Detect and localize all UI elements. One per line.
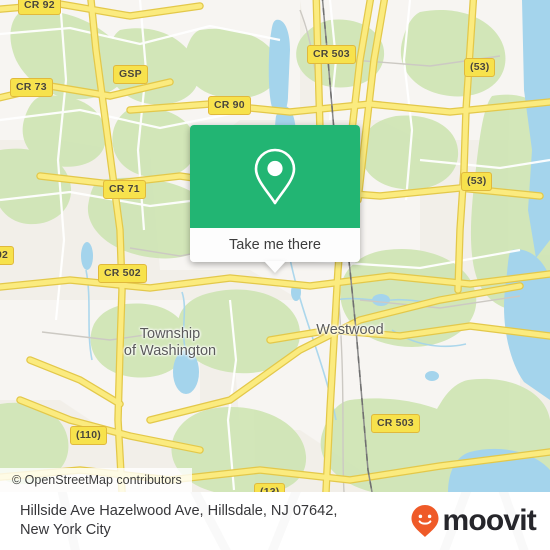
address-line-2: New York City (20, 522, 111, 538)
popup-pointer-tail (264, 261, 286, 273)
address-line-1: Hillside Ave Hazelwood Ave, Hillsdale, N… (20, 503, 338, 519)
road-shield-cr-73[interactable]: CR 73 (10, 78, 53, 97)
osm-attribution-text: © OpenStreetMap contributors (12, 473, 182, 487)
moovit-wordmark: moovit (442, 504, 536, 537)
road-shield-53-south[interactable]: (53) (461, 172, 493, 191)
map-canvas[interactable]: Township of Washington Westwood CR 92 CR… (0, 0, 550, 492)
road-shield-02-clipped[interactable]: 02 (0, 246, 15, 265)
osm-attribution[interactable]: © OpenStreetMap contributors (0, 468, 192, 492)
road-shield-gsp[interactable]: GSP (113, 65, 148, 84)
moovit-map-share-card: Township of Washington Westwood CR 92 CR… (0, 0, 550, 550)
road-shield-cr-503-north[interactable]: CR 503 (307, 45, 356, 64)
road-shield-cr-71[interactable]: CR 71 (103, 180, 146, 199)
road-shield-cr-502[interactable]: CR 502 (98, 264, 147, 283)
road-shield-cr-92[interactable]: CR 92 (18, 0, 61, 15)
road-shield-13[interactable]: (13) (254, 483, 286, 492)
popup-header (190, 125, 360, 228)
popup-footer[interactable]: Take me there (190, 228, 360, 262)
footer-bar: Hillside Ave Hazelwood Ave, Hillsdale, N… (0, 492, 550, 550)
take-me-there-label: Take me there (229, 237, 321, 253)
destination-popup-card[interactable]: Take me there (190, 125, 360, 273)
road-shield-110[interactable]: (110) (70, 426, 107, 445)
destination-address: Hillside Ave Hazelwood Ave, Hillsdale, N… (20, 502, 404, 540)
road-shield-cr-503-south[interactable]: CR 503 (371, 414, 420, 433)
road-shield-cr-90[interactable]: CR 90 (208, 96, 251, 115)
moovit-brand[interactable]: moovit (410, 504, 537, 538)
map-pin-icon (254, 148, 296, 204)
road-shield-53-north[interactable]: (53) (464, 58, 496, 77)
footer-content: Hillside Ave Hazelwood Ave, Hillsdale, N… (0, 492, 550, 550)
place-label-township-of-washington: Township of Washington (123, 326, 217, 359)
moovit-pin-logo-icon (411, 505, 439, 537)
place-label-westwood: Westwood (316, 322, 384, 338)
